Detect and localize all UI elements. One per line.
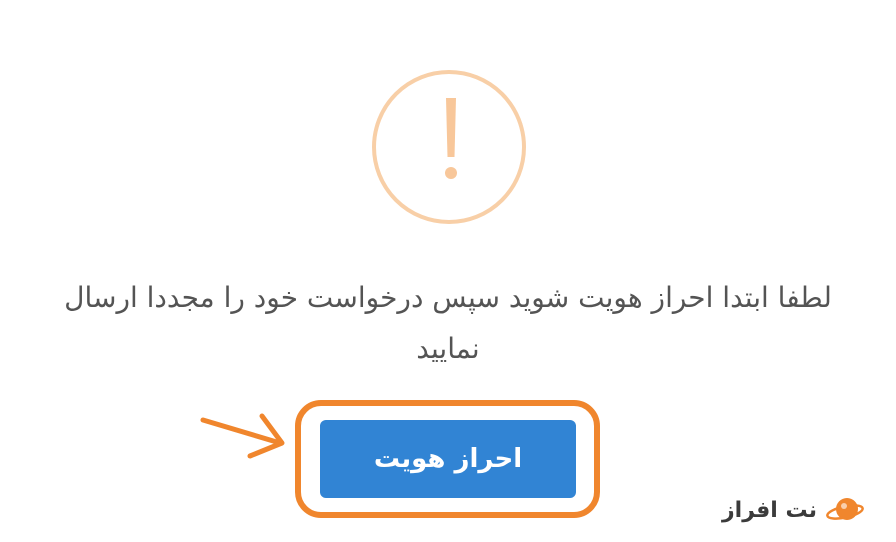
brand-name: نت افراز (722, 497, 818, 523)
planet-logo-icon (826, 498, 864, 520)
brand-logo: نت افراز (722, 488, 865, 532)
verification-dialog: لطفا ابتدا احراز هویت شوید سپس درخواست خ… (0, 0, 896, 542)
dialog-message: لطفا ابتدا احراز هویت شوید سپس درخواست خ… (64, 281, 832, 365)
verify-identity-button[interactable]: احراز هویت (320, 420, 576, 498)
warning-icon (372, 70, 526, 224)
exclamation-icon (445, 98, 457, 179)
arrow-right-icon (200, 413, 285, 459)
